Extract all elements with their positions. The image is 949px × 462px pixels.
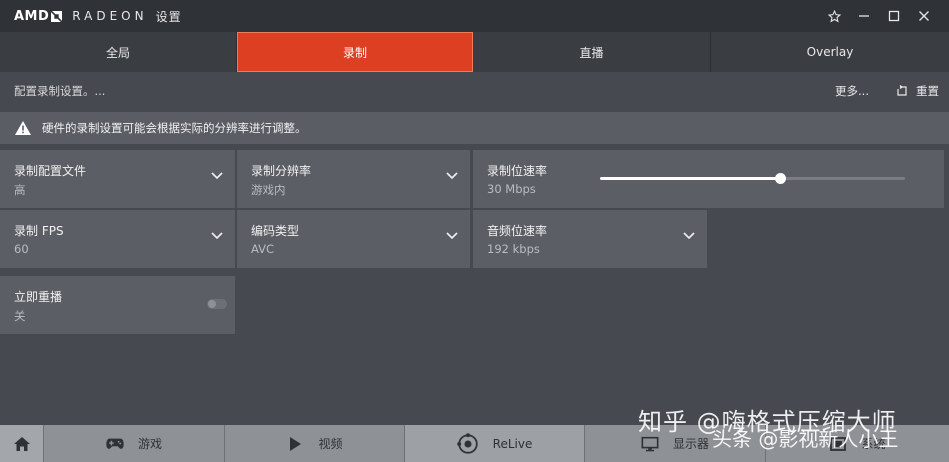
tab-label: Overlay: [806, 45, 854, 59]
relive-icon: [456, 432, 478, 454]
slider-thumb[interactable]: [774, 173, 786, 184]
close-button[interactable]: [909, 0, 939, 32]
tab-label: 直播: [579, 45, 604, 60]
nav-label: ReLive: [492, 436, 533, 451]
instant-replay-setting: 立即重播 关: [0, 276, 235, 334]
maximize-icon: [888, 10, 900, 22]
minimize-button[interactable]: [849, 0, 879, 32]
nav-relive[interactable]: ReLive: [405, 425, 585, 462]
setting-label: 录制配置文件: [14, 164, 87, 178]
amd-arrow-icon: [51, 10, 63, 22]
setting-value: 192 kbps: [487, 242, 540, 256]
tab-bar: 全局 录制 直播 Overlay: [0, 32, 949, 72]
bitrate-slider[interactable]: [600, 173, 905, 184]
reset-button[interactable]: 重置: [896, 83, 939, 99]
setting-value: 30 Mbps: [487, 182, 536, 196]
recording-fps-dropdown[interactable]: 录制 FPS 60: [0, 210, 235, 268]
setting-label: 立即重播: [14, 290, 63, 304]
chevron-down-icon: [211, 232, 223, 240]
gamepad-icon: [106, 438, 124, 449]
nav-label: 视频: [318, 437, 343, 451]
monitor-icon: [641, 436, 659, 451]
chevron-down-icon: [683, 232, 695, 240]
window-controls: [819, 0, 939, 32]
star-icon: [827, 9, 841, 22]
setting-label: 录制 FPS: [14, 224, 64, 238]
chevron-down-icon: [446, 232, 458, 240]
setting-value: 60: [14, 242, 29, 256]
tab-streaming[interactable]: 直播: [473, 32, 711, 72]
tab-label: 全局: [105, 45, 130, 60]
warning-text: 硬件的录制设置可能会根据实际的分辨率进行调整。: [42, 121, 307, 135]
app-logo: AMD RADEON 设置: [14, 8, 182, 25]
tab-global[interactable]: 全局: [0, 32, 237, 72]
home-button[interactable]: [0, 425, 44, 462]
favorite-button[interactable]: [819, 0, 849, 32]
tab-overlay[interactable]: Overlay: [711, 32, 949, 72]
audio-bitrate-dropdown[interactable]: 音频位速率 192 kbps: [473, 210, 707, 268]
warning-banner: 硬件的录制设置可能会根据实际的分辨率进行调整。: [0, 112, 949, 144]
watermark-toutiao: 头条 @影视新人小王: [712, 427, 899, 451]
close-icon: [919, 11, 929, 21]
brand-settings: 设置: [155, 9, 182, 24]
setting-label: 录制分辨率: [251, 164, 312, 178]
nav-games[interactable]: 游戏: [44, 425, 225, 462]
section-toolbar: 配置录制设置。... 更多... 重置: [0, 72, 949, 110]
setting-label: 录制位速率: [487, 164, 548, 178]
slider-fill: [600, 177, 780, 180]
setting-value: AVC: [251, 242, 275, 256]
title-bar: AMD RADEON 设置: [0, 0, 949, 32]
recording-resolution-dropdown[interactable]: 录制分辨率 游戏内: [237, 150, 470, 208]
setting-value: 关: [14, 309, 26, 323]
nav-video[interactable]: 视频: [225, 425, 405, 462]
instant-replay-toggle[interactable]: [207, 299, 227, 309]
maximize-button[interactable]: [879, 0, 909, 32]
section-description: 配置录制设置。...: [14, 84, 106, 98]
recording-profile-dropdown[interactable]: 录制配置文件 高: [0, 150, 235, 208]
minimize-icon: [859, 15, 869, 17]
reset-label: 重置: [916, 84, 939, 98]
setting-label: 音频位速率: [487, 224, 548, 238]
tab-recording[interactable]: 录制: [237, 32, 473, 72]
more-button[interactable]: 更多...: [835, 83, 869, 99]
nav-label: 游戏: [137, 437, 162, 451]
home-icon: [13, 436, 30, 451]
play-icon: [290, 436, 302, 451]
warning-icon: [15, 121, 31, 135]
setting-value: 高: [14, 183, 26, 197]
tab-label: 录制: [342, 45, 367, 60]
encoding-type-dropdown[interactable]: 编码类型 AVC: [237, 210, 470, 268]
chevron-down-icon: [446, 172, 458, 180]
toggle-knob: [208, 300, 216, 308]
chevron-down-icon: [211, 172, 223, 180]
brand-amd: AMD: [14, 8, 50, 24]
setting-value: 游戏内: [251, 183, 286, 197]
setting-label: 编码类型: [251, 224, 300, 238]
nav-label: 显示器: [672, 437, 709, 451]
brand-radeon: RADEON: [72, 9, 148, 23]
reset-icon: [897, 85, 907, 96]
